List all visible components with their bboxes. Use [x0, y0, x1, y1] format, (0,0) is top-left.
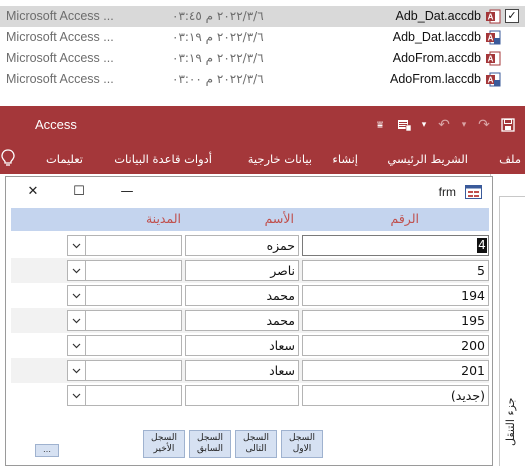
checkbox-icon[interactable]: ✓ [505, 9, 519, 23]
chevron-down-icon[interactable] [68, 386, 86, 405]
table-row-new: (جديد) [11, 383, 489, 408]
table-row: 201 سعاد [11, 358, 489, 383]
quick-access-toolbar: ↷ ▾ ↶ ▾ ⩸ [371, 115, 517, 135]
close-icon[interactable]: ✕ [23, 183, 43, 201]
maximize-icon[interactable]: ☐ [69, 183, 89, 201]
navigation-pane-label[interactable]: جزء التنقل [504, 398, 522, 464]
id-field[interactable]: 200 [302, 335, 489, 356]
file-type: Microsoft Access ... [6, 72, 114, 86]
form-window: ✕ ☐ — frm الرقم الأسم المدينة 4 حمزه 5 ن… [5, 176, 493, 466]
file-name: Adb_Dat.accdb [395, 9, 481, 23]
svg-text:A: A [488, 76, 494, 85]
chevron-down-icon[interactable] [68, 336, 86, 355]
file-date: ٢٠٢٢/٣/٦ م ٠٣:٠٠ [172, 72, 264, 86]
table-row: 4 حمزه [11, 233, 489, 258]
svg-text:A: A [488, 55, 494, 64]
file-row[interactable]: Microsoft Access ... ٢٠٢٢/٣/٦ م ٠٣:١٩ Ad… [0, 48, 525, 69]
file-type: Microsoft Access ... [6, 30, 114, 44]
file-date: ٢٠٢٢/٣/٦ م ٠٣:١٩ [172, 30, 264, 44]
chevron-down-icon[interactable] [68, 286, 86, 305]
id-field[interactable]: 194 [302, 285, 489, 306]
access-lock-icon: A [486, 72, 501, 87]
save-icon[interactable] [499, 116, 517, 134]
tab-file[interactable]: ملف [499, 152, 521, 166]
customize-qat-icon[interactable]: ⩸ [371, 116, 389, 134]
id-field[interactable]: 201 [302, 360, 489, 381]
tab-database-tools[interactable]: أدوات قاعدة البيانات [114, 152, 212, 166]
name-field[interactable] [185, 385, 299, 406]
file-row[interactable]: Microsoft Access ... ٢٠٢٢/٣/٦ م ٠٣:٠٠ Ad… [0, 69, 525, 90]
file-type: Microsoft Access ... [6, 51, 114, 65]
table-row: 200 سعاد [11, 333, 489, 358]
form-title: frm [438, 185, 456, 199]
file-name: AdoFrom.laccdb [389, 72, 481, 86]
app-titlebar: Access ↷ ▾ ↶ ▾ ⩸ [0, 106, 525, 144]
first-record-button[interactable]: السجل الاول [281, 430, 323, 458]
previous-record-button[interactable]: السجل السابق [189, 430, 231, 458]
table-row: 194 محمد [11, 283, 489, 308]
redo-icon[interactable]: ↷ [475, 116, 493, 134]
access-db-icon: A [486, 9, 501, 24]
small-command-button[interactable]: … [35, 444, 59, 457]
form-header: الرقم الأسم المدينة [11, 208, 489, 231]
minimize-icon[interactable]: — [117, 183, 137, 201]
name-field[interactable]: سعاد [185, 360, 299, 381]
chevron-down-icon[interactable] [68, 311, 86, 330]
next-record-button[interactable]: السجل التالى [235, 430, 277, 458]
app-title: Access [35, 117, 77, 132]
name-field[interactable]: حمزه [185, 235, 299, 256]
id-field[interactable]: 195 [302, 310, 489, 331]
file-name: AdoFrom.accdb [392, 51, 481, 65]
tab-home[interactable]: الشريط الرئيسي [387, 152, 468, 166]
svg-text:A: A [488, 13, 494, 22]
id-field[interactable]: 5 [302, 260, 489, 281]
id-field[interactable]: (جديد) [302, 385, 489, 406]
file-date: ٢٠٢٢/٣/٦ م ٠٣:٤٥ [172, 9, 264, 23]
last-record-button[interactable]: السجل الأخير [143, 430, 185, 458]
name-field[interactable]: ناصر [185, 260, 299, 281]
file-list: Microsoft Access ... ٢٠٢٢/٣/٦ م ٠٣:٤٥ Ad… [0, 0, 525, 106]
id-value: 4 [477, 238, 487, 253]
chevron-down-icon[interactable]: ▾ [459, 116, 469, 134]
ribbon-tabs: ملف الشريط الرئيسي إنشاء بيانات خارجية أ… [0, 144, 525, 174]
id-field[interactable]: 4 [302, 235, 489, 256]
header-name: الأسم [264, 211, 294, 226]
tab-external-data[interactable]: بيانات خارجية [248, 152, 312, 166]
form-icon [465, 185, 482, 199]
tab-create[interactable]: إنشاء [332, 152, 358, 166]
undo-icon[interactable]: ↶ [435, 116, 453, 134]
access-db-icon: A [486, 51, 501, 66]
header-id: الرقم [390, 211, 419, 226]
chevron-down-icon[interactable]: ▾ [419, 116, 429, 134]
name-field[interactable]: محمد [185, 285, 299, 306]
tab-help[interactable]: تعليمات [46, 152, 83, 166]
chevron-down-icon[interactable] [68, 261, 86, 280]
file-date: ٢٠٢٢/٣/٦ م ٠٣:١٩ [172, 51, 264, 65]
form-view-icon[interactable] [395, 116, 413, 134]
screen: Microsoft Access ... ٢٠٢٢/٣/٦ م ٠٣:٤٥ Ad… [0, 0, 525, 466]
chevron-down-icon[interactable] [68, 236, 86, 255]
name-field[interactable]: محمد [185, 310, 299, 331]
header-city: المدينة [145, 211, 181, 226]
name-field[interactable]: سعاد [185, 335, 299, 356]
form-titlebar: ✕ ☐ — frm [6, 177, 492, 207]
lightbulb-icon[interactable] [1, 149, 15, 167]
file-row[interactable]: Microsoft Access ... ٢٠٢٢/٣/٦ م ٠٣:٤٥ Ad… [0, 6, 525, 27]
svg-text:A: A [488, 34, 494, 43]
file-name: Adb_Dat.laccdb [392, 30, 481, 44]
file-type: Microsoft Access ... [6, 9, 114, 23]
table-row: 195 محمد [11, 308, 489, 333]
file-row[interactable]: Microsoft Access ... ٢٠٢٢/٣/٦ م ٠٣:١٩ Ad… [0, 27, 525, 48]
access-lock-icon: A [486, 30, 501, 45]
chevron-down-icon[interactable] [68, 361, 86, 380]
table-row: 5 ناصر [11, 258, 489, 283]
